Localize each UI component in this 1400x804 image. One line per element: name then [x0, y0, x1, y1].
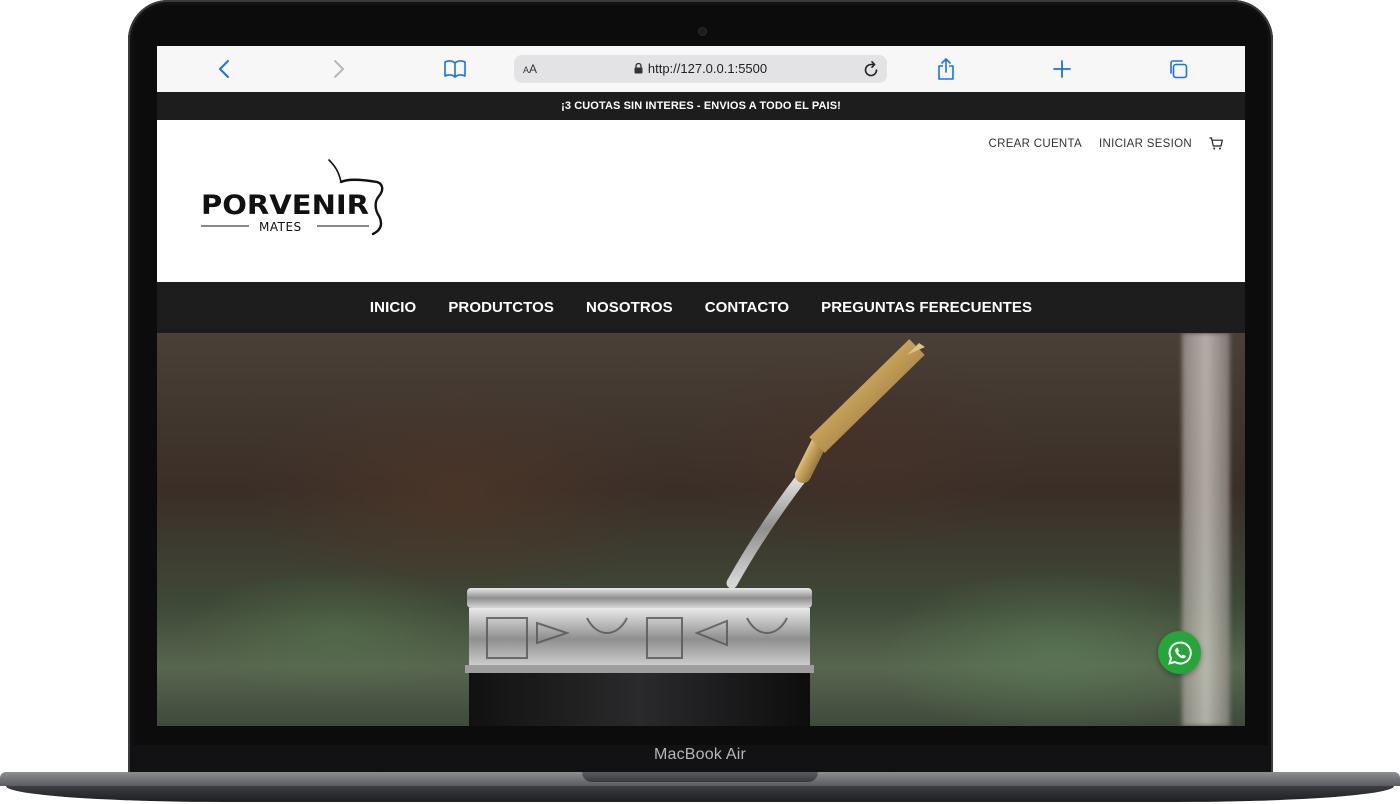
main-nav: INICIO PRODUTCTOS NOSOTROS CONTACTO PREG… [157, 282, 1245, 334]
nav-contacto[interactable]: CONTACTO [705, 299, 789, 316]
nav-nosotros[interactable]: NOSOTROS [586, 299, 673, 316]
forward-icon[interactable] [328, 58, 350, 80]
announcement-bar: ¡3 CUOTAS SIN INTERES - ENVIOS A TODO EL… [157, 92, 1245, 120]
nav-preguntas-frecuentes[interactable]: PREGUNTAS FERECUENTES [821, 299, 1032, 316]
create-account-link[interactable]: CREAR CUENTA [988, 138, 1081, 150]
laptop-notch [582, 772, 818, 782]
url-display[interactable]: http://127.0.0.1:5500 [514, 61, 887, 76]
device-model-label: MacBook Air [653, 746, 746, 763]
webcam [698, 27, 707, 36]
whatsapp-icon [1167, 640, 1192, 665]
login-link[interactable]: INICIAR SESION [1099, 138, 1192, 150]
bookmarks-icon[interactable] [444, 58, 466, 80]
new-tab-icon[interactable] [1051, 58, 1073, 80]
browser-screen: AA http://127.0.0.1:5500 ¡3 CUOTAS SIN I… [157, 46, 1245, 726]
hero-image-mate [157, 333, 1245, 726]
laptop-base-bottom [6, 786, 1394, 802]
mate-illustration [465, 339, 925, 726]
back-icon[interactable] [213, 58, 235, 80]
account-links: CREAR CUENTA INICIAR SESION [988, 137, 1223, 150]
url-text: http://127.0.0.1:5500 [647, 61, 768, 76]
nav-productos[interactable]: PRODUTCTOS [448, 299, 554, 316]
browser-toolbar: AA http://127.0.0.1:5500 [157, 46, 1245, 93]
svg-text:MATES: MATES [259, 220, 302, 234]
reload-icon[interactable] [863, 60, 879, 83]
share-icon[interactable] [935, 58, 957, 80]
brand-logo[interactable]: PORVENIR MATES [199, 158, 399, 238]
address-bar[interactable]: AA http://127.0.0.1:5500 [514, 55, 887, 83]
svg-text:PORVENIR: PORVENIR [201, 190, 369, 221]
laptop-base [0, 772, 1400, 804]
nav-inicio[interactable]: INICIO [370, 299, 416, 316]
lock-icon [634, 63, 643, 74]
tabs-overview-icon[interactable] [1167, 58, 1189, 80]
whatsapp-button[interactable] [1158, 631, 1201, 674]
cart-icon[interactable] [1209, 137, 1223, 150]
site-header: PORVENIR MATES CREAR CUENTA INICIAR SESI… [157, 120, 1245, 282]
